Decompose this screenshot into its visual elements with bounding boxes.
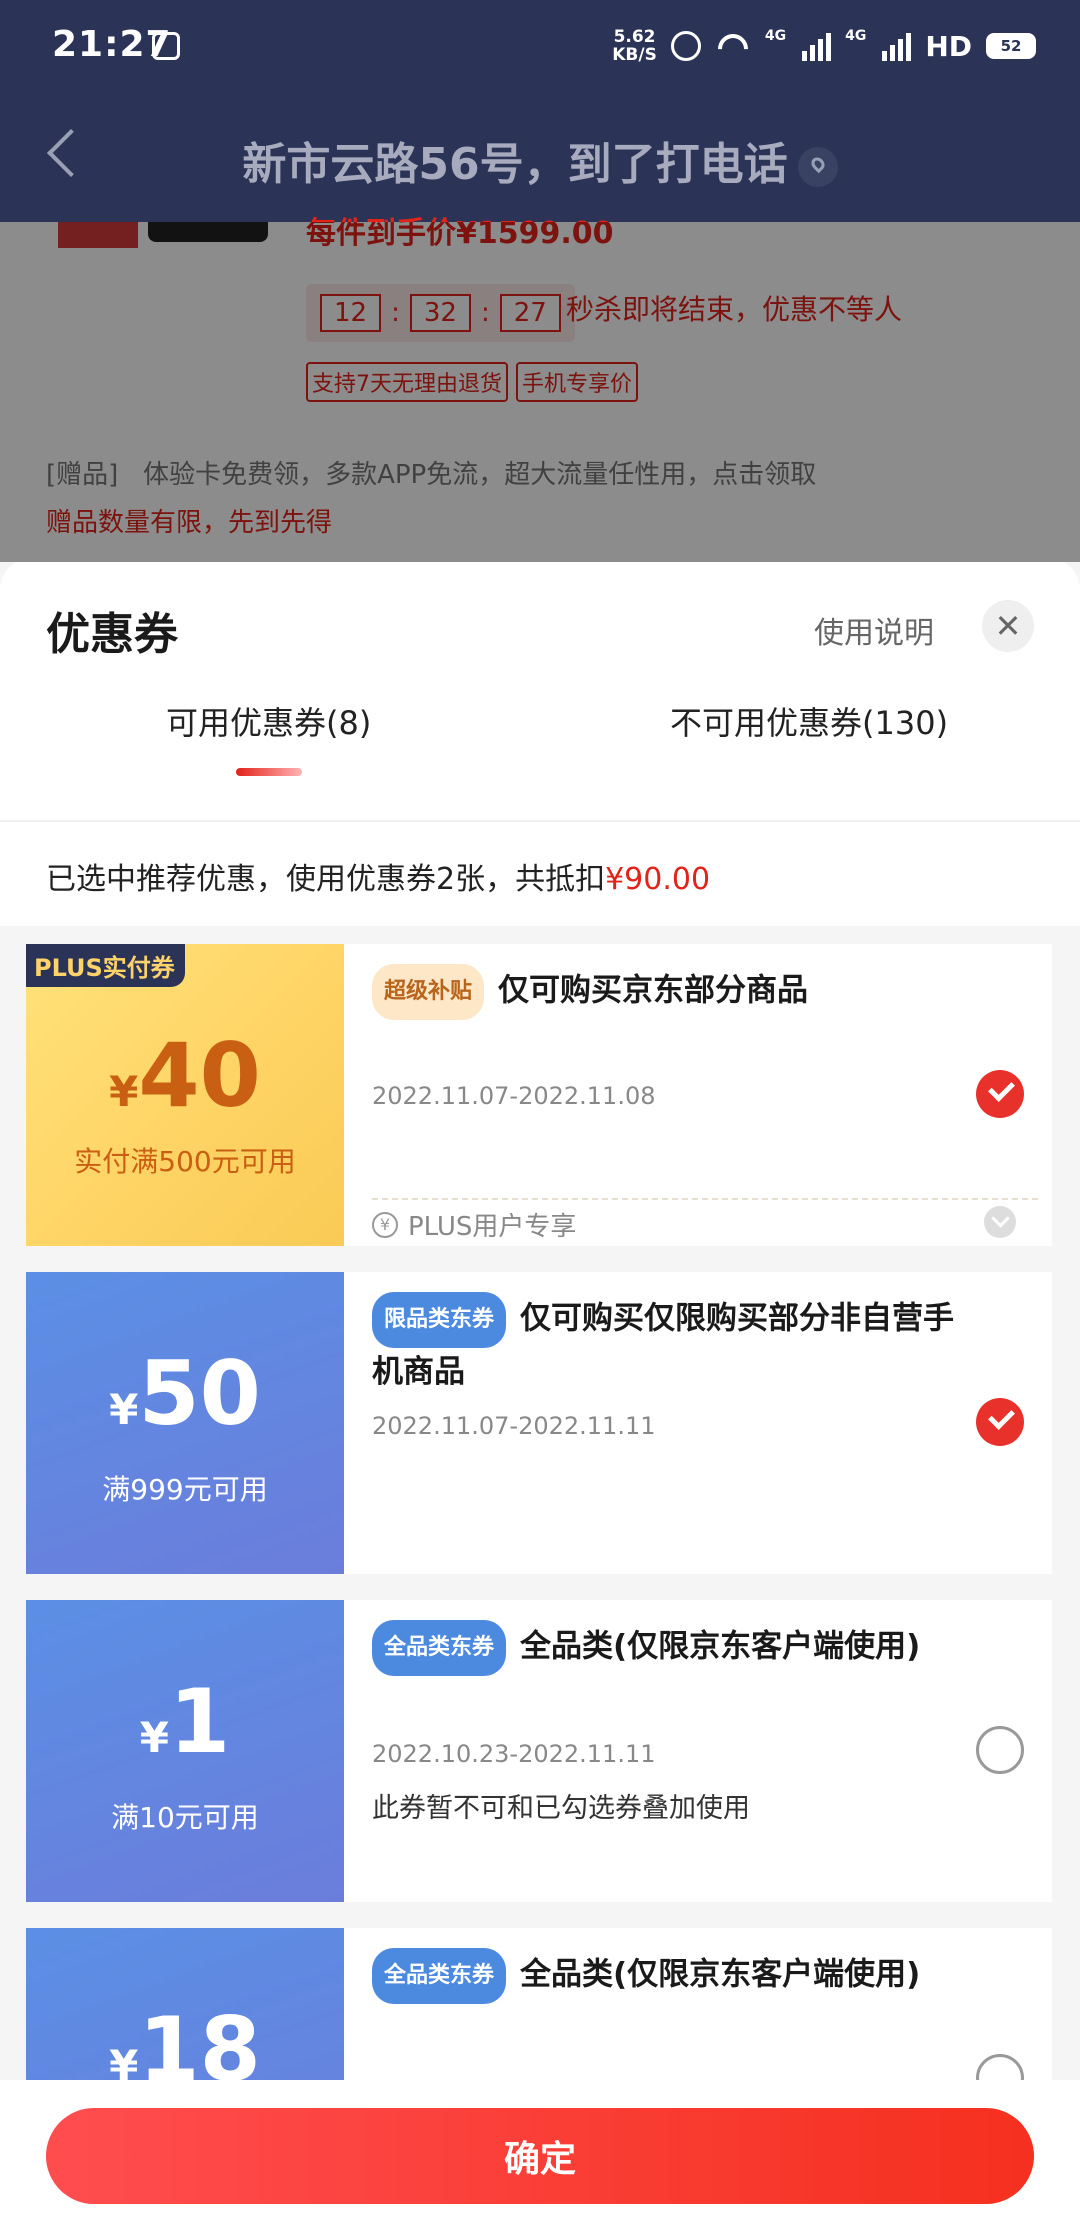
- coupon-value-panel: PLUS实付券 ¥40 实付满500元可用: [26, 944, 344, 1246]
- sheet-title: 优惠券: [46, 609, 178, 660]
- divider: [0, 820, 1080, 822]
- coupon-card[interactable]: PLUS实付券 ¥40 实付满500元可用 超级补贴 仅可购买京东部分商品 202…: [26, 944, 1052, 1246]
- amount-value: 40: [138, 1024, 261, 1127]
- usage-instructions-link[interactable]: 使用说明: [814, 608, 934, 652]
- summary-text: 已选中推荐优惠，使用优惠券2张，共抵扣: [46, 862, 606, 897]
- bottom-bar: 确定: [0, 2080, 1080, 2232]
- chevron-down-icon[interactable]: [984, 1206, 1016, 1238]
- currency-symbol: ¥: [139, 1713, 169, 1762]
- coupon-date: 2022.11.07-2022.11.08: [372, 1082, 656, 1110]
- selected-check-icon[interactable]: [976, 1070, 1024, 1118]
- selection-summary: 已选中推荐优惠，使用优惠券2张，共抵扣¥90.00: [46, 854, 710, 898]
- tab-unavailable[interactable]: 不可用优惠券(130): [670, 698, 948, 744]
- dim-overlay[interactable]: [0, 222, 1080, 562]
- coupon-title: 全品类东券 全品类(仅限京东客户端使用): [372, 1948, 982, 2004]
- coupon-title-text: 全品类(仅限京东客户端使用): [520, 1628, 921, 1665]
- coupon-date: 2022.11.07-2022.11.11: [372, 1412, 656, 1440]
- active-tab-indicator: [236, 768, 302, 776]
- unselected-radio-icon[interactable]: [976, 1726, 1024, 1774]
- coupon-pill: 超级补贴: [372, 964, 485, 1020]
- plus-badge: PLUS实付券: [26, 944, 185, 987]
- coupon-title: 限品类东券 仅可购买仅限购买部分非自营手机商品: [372, 1292, 982, 1396]
- coupon-pill: 限品类东券: [372, 1292, 507, 1348]
- currency-symbol: ¥: [109, 1385, 139, 1434]
- confirm-button[interactable]: 确定: [46, 2108, 1034, 2204]
- coupon-condition: 实付满500元可用: [74, 1145, 296, 1178]
- amount-value: 1: [169, 1670, 231, 1773]
- product-info-background: 每件到手价¥1599.00 12 : 32 : 27 秒杀即将结束，优惠不等人 …: [0, 216, 1080, 562]
- coupon-condition: 满999元可用: [102, 1473, 268, 1506]
- plus-note-text: PLUS用户专享: [408, 1212, 577, 1242]
- coupon-pill: 全品类东券: [372, 1620, 507, 1676]
- close-icon: ✕: [994, 607, 1022, 645]
- coupon-amount: ¥1: [26, 1670, 344, 1773]
- coupon-list: PLUS实付券 ¥40 实付满500元可用 超级补贴 仅可购买京东部分商品 202…: [0, 926, 1080, 2232]
- coupon-value-panel: ¥50 满999元可用: [26, 1272, 344, 1574]
- coupon-value-panel: ¥1 满10元可用: [26, 1600, 344, 1902]
- tab-available[interactable]: 可用优惠券(8): [166, 698, 371, 744]
- coupon-title: 超级补贴 仅可购买京东部分商品: [372, 964, 982, 1020]
- coupon-sheet: 优惠券 使用说明 ✕ 可用优惠券(8) 不可用优惠券(130) 已选中推荐优惠，…: [0, 558, 1080, 2232]
- coupon-pill: 全品类东券: [372, 1948, 507, 2004]
- coupon-title: 全品类东券 全品类(仅限京东客户端使用): [372, 1620, 982, 1676]
- coupon-title-text: 全品类(仅限京东客户端使用): [520, 1956, 921, 1993]
- coupon-date: 2022.10.23-2022.11.11: [372, 1740, 656, 1768]
- plus-note[interactable]: ¥ PLUS用户专享: [372, 1206, 576, 1243]
- coupon-condition: 满10元可用: [111, 1801, 259, 1834]
- amount-value: 50: [138, 1342, 261, 1445]
- close-button[interactable]: ✕: [982, 600, 1034, 652]
- coupon-tabs: 可用优惠券(8) 不可用优惠券(130): [0, 698, 1080, 802]
- coupon-title-text: 仅可购买京东部分商品: [498, 972, 809, 1009]
- header-overlay: [0, 0, 1080, 222]
- currency-symbol: ¥: [109, 1067, 139, 1116]
- coupon-divider: [372, 1198, 1038, 1200]
- coupon-amount: ¥50: [26, 1342, 344, 1445]
- yen-circle-icon: ¥: [372, 1211, 398, 1238]
- coupon-card[interactable]: ¥1 满10元可用 全品类东券 全品类(仅限京东客户端使用) 2022.10.23…: [26, 1600, 1052, 1902]
- summary-amount: ¥90.00: [605, 862, 711, 897]
- coupon-note: 此券暂不可和已勾选券叠加使用: [372, 1793, 750, 1824]
- coupon-card[interactable]: ¥50 满999元可用 限品类东券 仅可购买仅限购买部分非自营手机商品 2022.…: [26, 1272, 1052, 1574]
- coupon-amount: ¥40: [26, 1024, 344, 1127]
- selected-check-icon[interactable]: [976, 1398, 1024, 1446]
